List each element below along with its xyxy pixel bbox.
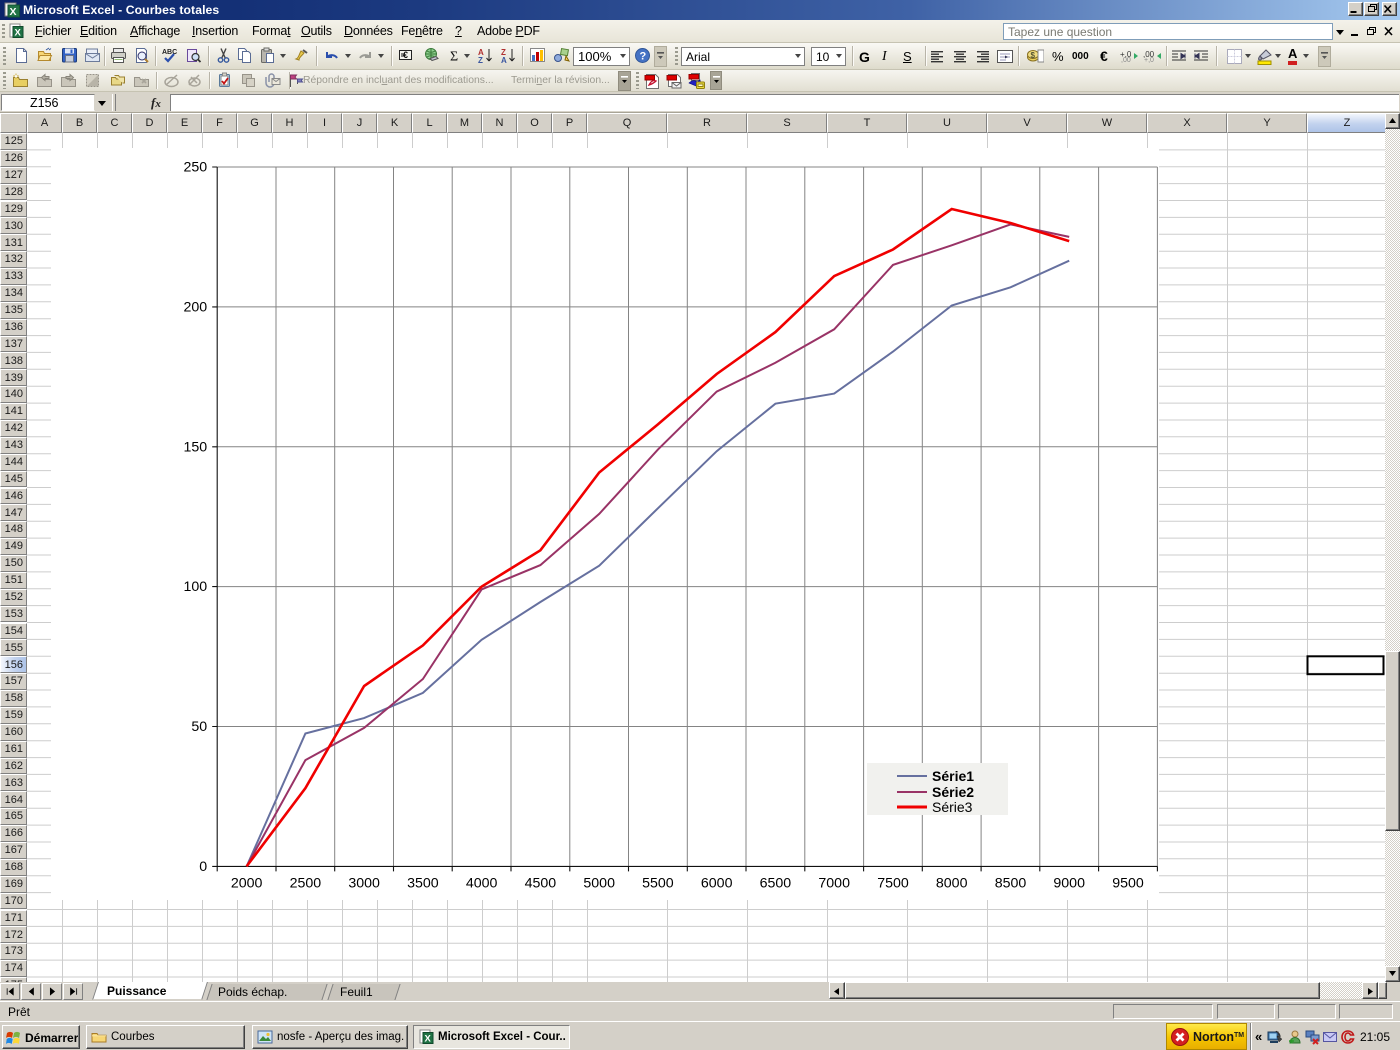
svg-text:250: 250 (184, 160, 208, 176)
svg-text:?: ? (640, 51, 647, 63)
svg-text:3500: 3500 (407, 875, 439, 891)
svg-text:€: € (403, 50, 408, 60)
svg-text:Z: Z (478, 56, 483, 64)
svg-text:9000: 9000 (1053, 875, 1085, 891)
svg-text:9500: 9500 (1112, 875, 1144, 891)
svg-text:2000: 2000 (231, 875, 263, 891)
svg-text:Σ: Σ (450, 50, 458, 65)
svg-text:8500: 8500 (995, 875, 1027, 891)
svg-text:8000: 8000 (936, 875, 968, 891)
svg-text:100: 100 (184, 579, 208, 595)
svg-text:A: A (501, 56, 507, 64)
svg-text:7000: 7000 (818, 875, 850, 891)
svg-text:150: 150 (184, 439, 208, 455)
svg-text:4000: 4000 (466, 875, 498, 891)
svg-text:6500: 6500 (760, 875, 792, 891)
svg-text:Série2: Série2 (932, 784, 974, 800)
svg-text:+,0: +,0 (1144, 57, 1154, 63)
svg-text:7500: 7500 (877, 875, 909, 891)
svg-text:4500: 4500 (525, 875, 557, 891)
svg-text:X: X (10, 6, 17, 18)
svg-text:0: 0 (199, 859, 207, 875)
svg-text:ABC: ABC (162, 49, 177, 56)
svg-text:X: X (15, 28, 22, 39)
svg-text:5500: 5500 (642, 875, 674, 891)
svg-text:200: 200 (184, 299, 208, 315)
svg-text:X: X (425, 1034, 432, 1045)
svg-text:5000: 5000 (583, 875, 615, 891)
svg-text:Série3: Série3 (932, 799, 973, 815)
svg-text:50: 50 (191, 719, 207, 735)
svg-text:3000: 3000 (348, 875, 380, 891)
svg-text:6000: 6000 (701, 875, 733, 891)
svg-text:,00: ,00 (1121, 57, 1131, 63)
svg-text:Série1: Série1 (932, 768, 974, 784)
svg-text:$: $ (1031, 51, 1036, 60)
svg-text:2500: 2500 (290, 875, 322, 891)
